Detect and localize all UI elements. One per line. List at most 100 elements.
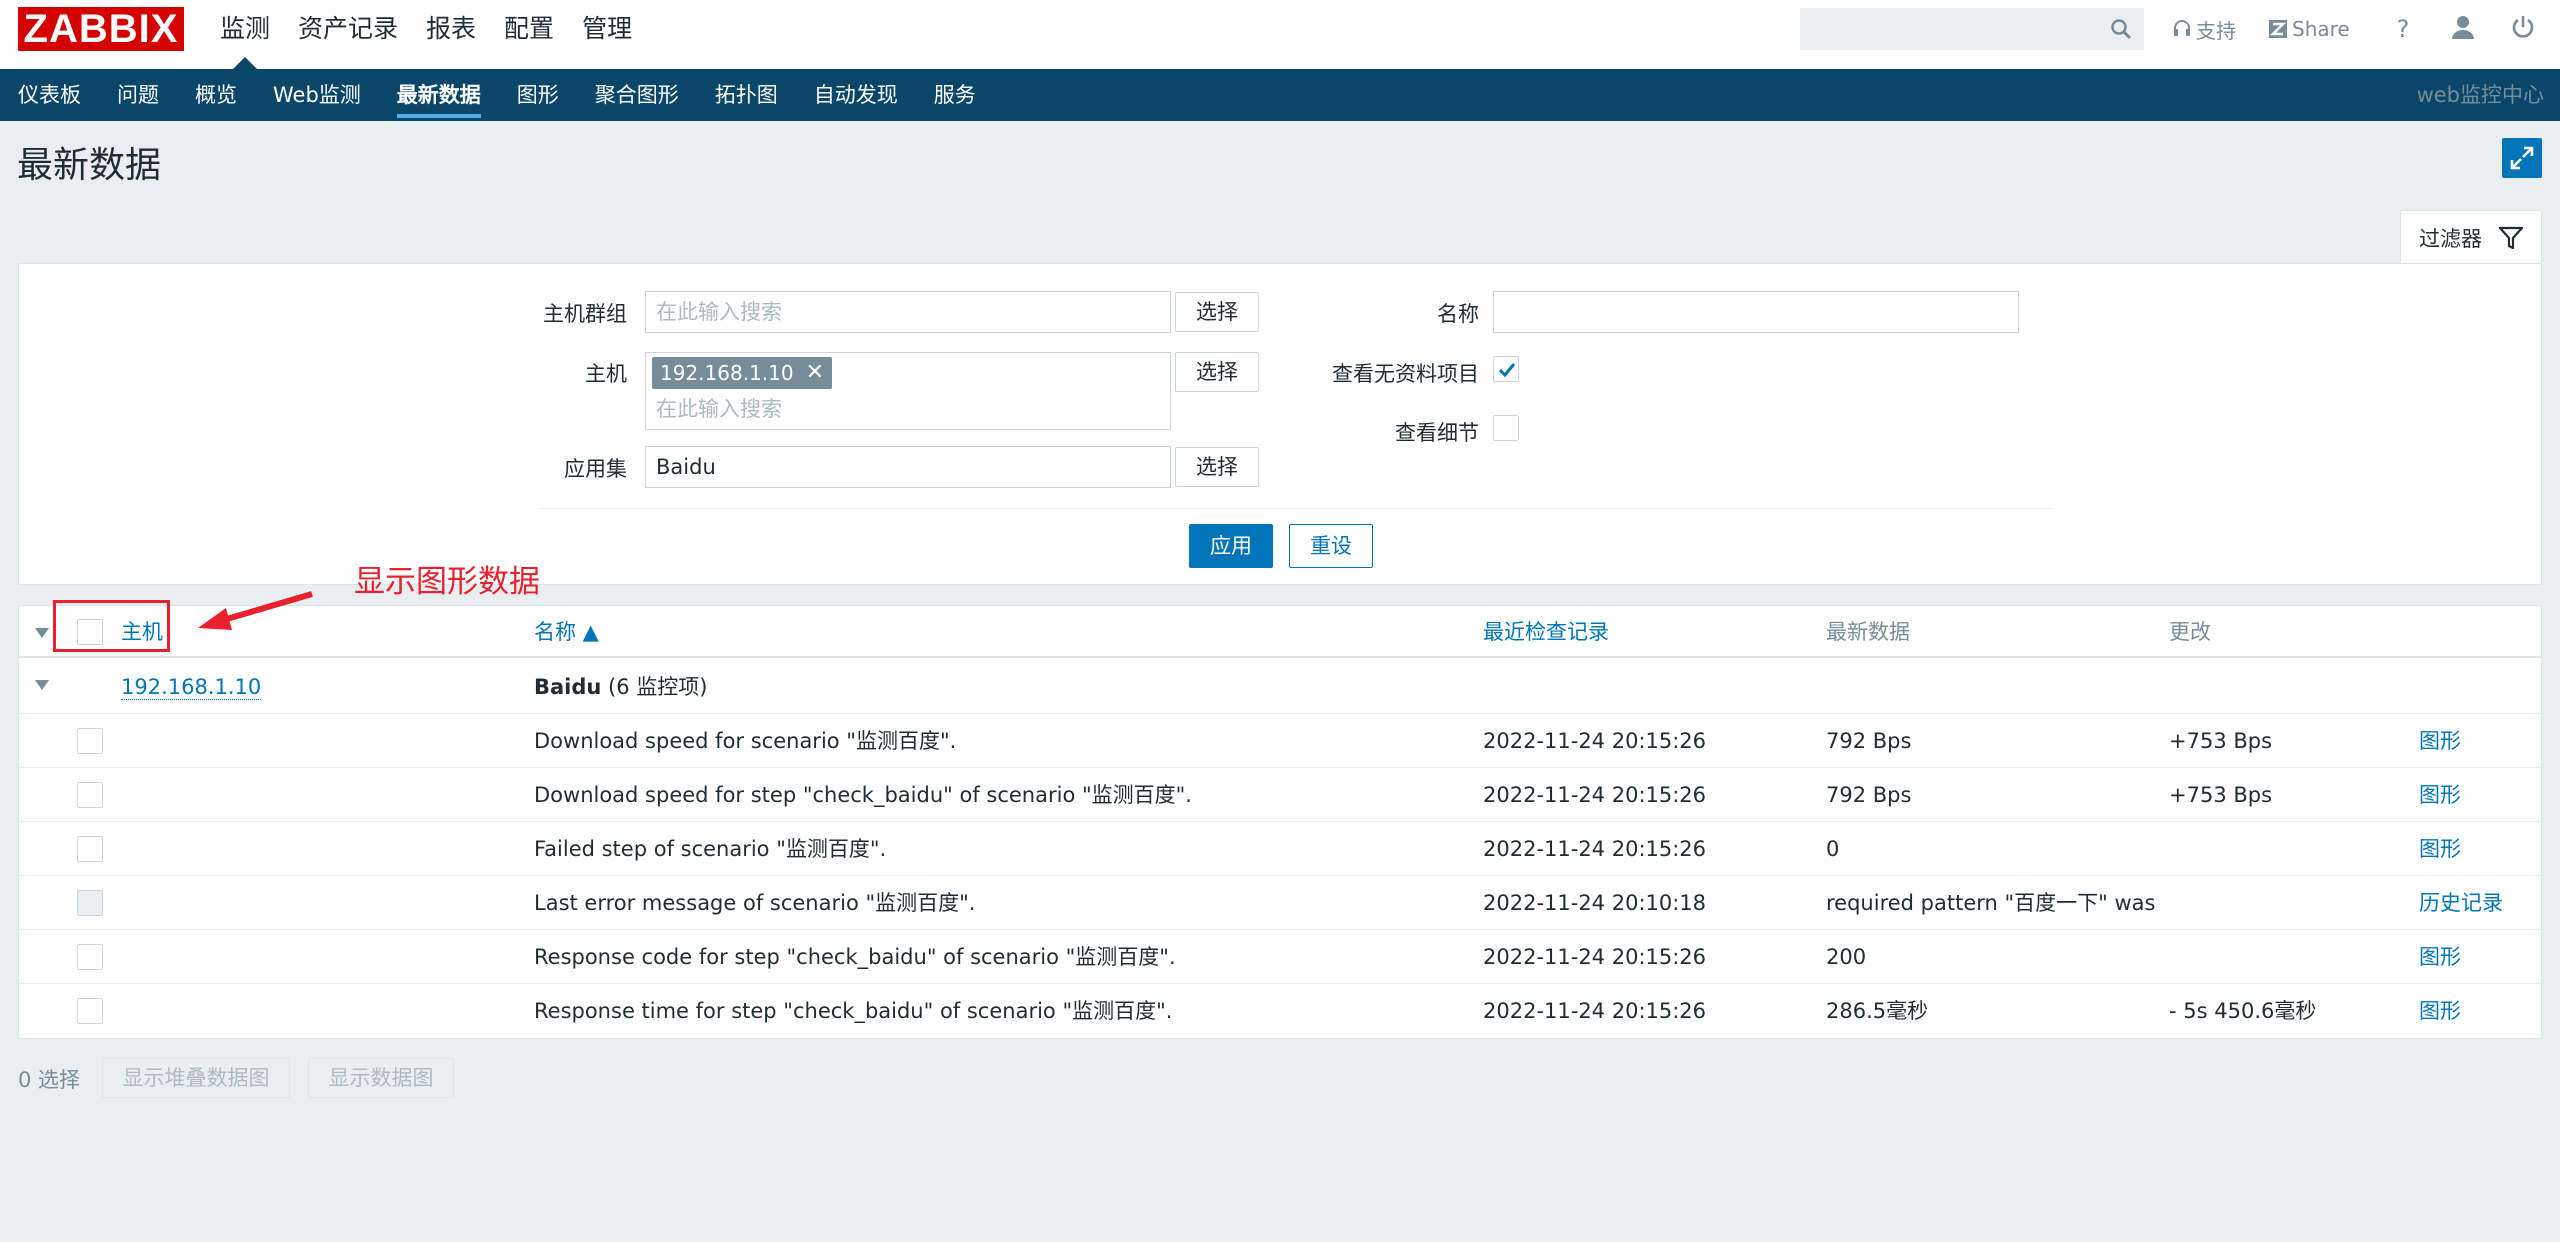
search-icon[interactable]	[2109, 17, 2133, 41]
header-last-check[interactable]: 最近检查记录	[1483, 606, 1609, 658]
share-link[interactable]: Share	[2268, 17, 2350, 41]
item-name: Response code for step "check_baidu" of …	[534, 945, 1176, 969]
group-host-link[interactable]: 192.168.1.10	[121, 675, 262, 700]
subnav-services[interactable]: 服务	[916, 69, 994, 121]
group-row: 192.168.1.10 Baidu (6 监控项)	[19, 660, 2541, 714]
item-last-check: 2022-11-24 20:15:26	[1483, 729, 1707, 753]
subnav-discovery[interactable]: 自动发现	[796, 69, 916, 121]
item-name: Failed step of scenario "监测百度".	[534, 837, 887, 861]
server-name: web监控中心	[2416, 83, 2544, 107]
fullscreen-button[interactable]	[2502, 138, 2542, 178]
item-change: - 5s 450.6毫秒	[2169, 999, 2317, 1023]
main-menu-administration[interactable]: 管理	[568, 0, 646, 69]
subnav-graphs[interactable]: 图形	[499, 69, 577, 121]
share-z-icon	[2269, 20, 2287, 38]
show-details-checkbox[interactable]	[1493, 415, 1519, 441]
filter-tab[interactable]: 过滤器	[2400, 210, 2542, 264]
row-checkbox[interactable]	[77, 782, 103, 808]
header-name[interactable]: 名称 ▲	[534, 606, 599, 658]
host-groups-select-button[interactable]: 选择	[1175, 292, 1259, 332]
item-graph-link[interactable]: 图形	[2419, 714, 2461, 768]
item-name: Download speed for scenario "监测百度".	[534, 729, 957, 753]
zabbix-logo[interactable]: ZABBIX	[18, 7, 184, 51]
item-last-check: 2022-11-24 20:15:26	[1483, 999, 1707, 1023]
sub-navigation: 仪表板 问题 概览 Web监测 最新数据 图形 聚合图形 拓扑图 自动发现 服务…	[0, 69, 2560, 121]
item-last-value: 0	[1826, 837, 1840, 861]
selected-count: 0 选择	[18, 1068, 81, 1092]
host-groups-label: 主机群组	[543, 302, 627, 326]
row-checkbox[interactable]	[77, 998, 103, 1024]
item-change: +753 Bps	[2169, 783, 2273, 807]
item-last-check: 2022-11-24 20:15:26	[1483, 837, 1707, 861]
group-item-count: (6 监控项)	[608, 675, 708, 699]
show-without-data-checkbox[interactable]	[1493, 356, 1519, 382]
main-menu-inventory[interactable]: 资产记录	[284, 0, 412, 69]
item-last-check: 2022-11-24 20:15:26	[1483, 945, 1707, 969]
item-last-check: 2022-11-24 20:15:26	[1483, 783, 1707, 807]
item-last-value: required pattern "百度一下" was …	[1826, 891, 2156, 915]
header-last-value: 最新数据	[1826, 620, 1910, 644]
annotation-text: 显示图形数据	[354, 564, 540, 600]
subnav-problems[interactable]: 问题	[99, 69, 177, 121]
sign-out-icon[interactable]	[2508, 14, 2538, 44]
subnav-latest-data[interactable]: 最新数据	[379, 69, 499, 121]
host-groups-input[interactable]: 在此输入搜索	[645, 291, 1171, 333]
top-links: 支持 Share	[2172, 0, 2382, 58]
subnav-overview[interactable]: 概览	[177, 69, 255, 121]
reset-button[interactable]: 重设	[1289, 524, 1373, 568]
row-checkbox[interactable]	[77, 836, 103, 862]
row-checkbox[interactable]	[77, 944, 103, 970]
filter-divider	[539, 508, 2053, 509]
remove-tag-icon[interactable]: ✕	[806, 357, 824, 389]
subnav-dashboard[interactable]: 仪表板	[0, 69, 99, 121]
subnav-web[interactable]: Web监测	[255, 69, 379, 121]
main-menu-configuration[interactable]: 配置	[490, 0, 568, 69]
item-change: +753 Bps	[2169, 729, 2273, 753]
main-menu-reports[interactable]: 报表	[412, 0, 490, 69]
item-name: Response time for step "check_baidu" of …	[534, 999, 1173, 1023]
subnav-maps[interactable]: 拓扑图	[697, 69, 796, 121]
filter-tab-label: 过滤器	[2419, 226, 2482, 251]
table-row: Failed step of scenario "监测百度". 2022-11-…	[19, 822, 2541, 876]
hosts-search-input[interactable]: 在此输入搜索	[656, 393, 782, 423]
table-row: Last error message of scenario "监测百度". 2…	[19, 876, 2541, 930]
show-details-label: 查看细节	[1395, 421, 1479, 445]
name-input[interactable]	[1493, 291, 2019, 333]
subnav-screens[interactable]: 聚合图形	[577, 69, 697, 121]
annotation-arrow-icon	[198, 591, 313, 630]
collapse-all-icon[interactable]	[35, 628, 49, 638]
apply-button[interactable]: 应用	[1189, 524, 1273, 568]
item-history-link[interactable]: 历史记录	[2419, 876, 2503, 930]
item-graph-link[interactable]: 图形	[2419, 984, 2461, 1038]
header-change: 更改	[2169, 620, 2211, 644]
table-row: Download speed for scenario "监测百度". 2022…	[19, 714, 2541, 768]
collapse-group-icon[interactable]	[35, 680, 49, 690]
latest-data-table: 主机 名称 ▲ 最近检查记录 最新数据 更改 192.168.1.10 Baid…	[18, 605, 2542, 1039]
hosts-select-button[interactable]: 选择	[1175, 352, 1259, 392]
help-icon[interactable]: ?	[2388, 14, 2418, 44]
user-profile-icon[interactable]	[2448, 14, 2478, 44]
top-bar: ZABBIX 监测 资产记录 报表 配置 管理 支持 Share ?	[0, 0, 2560, 69]
item-graph-link[interactable]: 图形	[2419, 930, 2461, 984]
host-tag-label: 192.168.1.10	[660, 361, 794, 385]
application-input[interactable]: Baidu	[645, 446, 1171, 488]
global-search-input[interactable]	[1800, 8, 2144, 50]
item-graph-link[interactable]: 图形	[2419, 768, 2461, 822]
application-label: 应用集	[564, 457, 627, 481]
name-label: 名称	[1437, 302, 1479, 326]
item-last-value: 792 Bps	[1826, 729, 1912, 753]
item-last-value: 792 Bps	[1826, 783, 1912, 807]
page-title: 最新数据	[17, 145, 162, 186]
application-select-button[interactable]: 选择	[1175, 447, 1259, 487]
filter-panel: 主机群组 在此输入搜索 选择 主机 192.168.1.10 ✕ 在此输入搜索 …	[18, 263, 2542, 585]
item-graph-link[interactable]: 图形	[2419, 822, 2461, 876]
annotation-highlight-box	[53, 600, 170, 652]
row-checkbox[interactable]	[77, 728, 103, 754]
main-menu: 监测 资产记录 报表 配置 管理	[206, 0, 646, 69]
main-menu-monitoring[interactable]: 监测	[206, 0, 284, 69]
support-link[interactable]: 支持	[2172, 15, 2236, 44]
table-row: Download speed for step "check_baidu" of…	[19, 768, 2541, 822]
support-label: 支持	[2196, 18, 2236, 43]
hosts-multiselect[interactable]: 192.168.1.10 ✕ 在此输入搜索	[645, 352, 1171, 430]
expand-icon	[2510, 146, 2534, 170]
